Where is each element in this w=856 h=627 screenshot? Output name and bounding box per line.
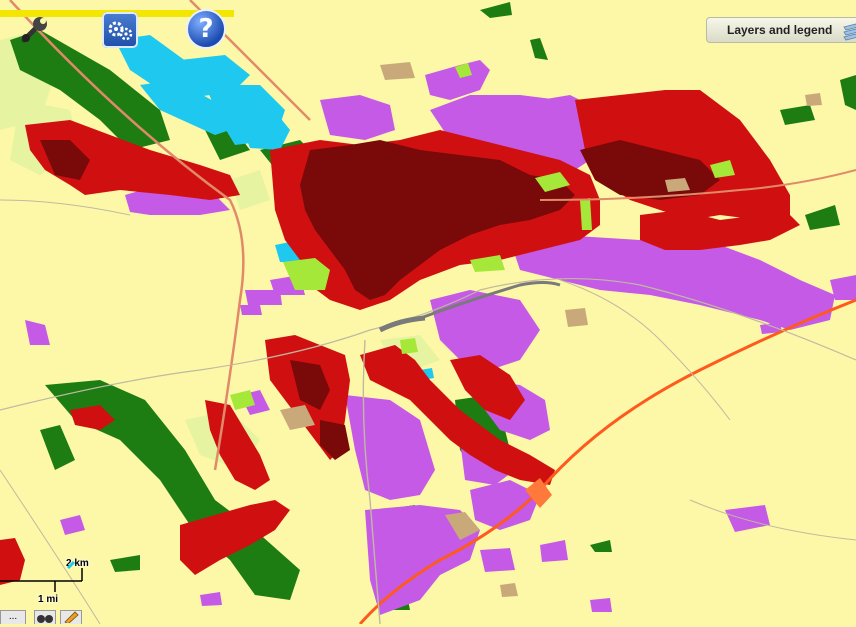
pencil-icon <box>64 611 79 625</box>
tools-button[interactable] <box>16 12 54 50</box>
land-use-map[interactable] <box>0 0 856 624</box>
layers-and-legend-button[interactable]: Layers and legend <box>706 17 856 43</box>
binoculars-button[interactable] <box>34 610 56 624</box>
gear-icon <box>108 21 133 41</box>
wrench-icon <box>21 17 47 43</box>
settings-button[interactable] <box>102 12 138 48</box>
binoculars-icon <box>37 615 53 623</box>
scale-bar: 2 km 1 mi <box>0 556 120 606</box>
help-button[interactable]: ? <box>186 9 226 49</box>
layers-icon <box>843 23 856 41</box>
layers-and-legend-label: Layers and legend <box>727 23 833 37</box>
scale-bar-lines <box>0 560 83 592</box>
more-tools-button[interactable]: ... <box>0 610 26 624</box>
draw-button[interactable] <box>60 610 82 625</box>
help-icon: ? <box>198 14 214 44</box>
more-label: ... <box>8 611 18 622</box>
bottom-toolbar: ... <box>0 610 90 625</box>
scale-imperial-label: 1 mi <box>38 594 59 605</box>
